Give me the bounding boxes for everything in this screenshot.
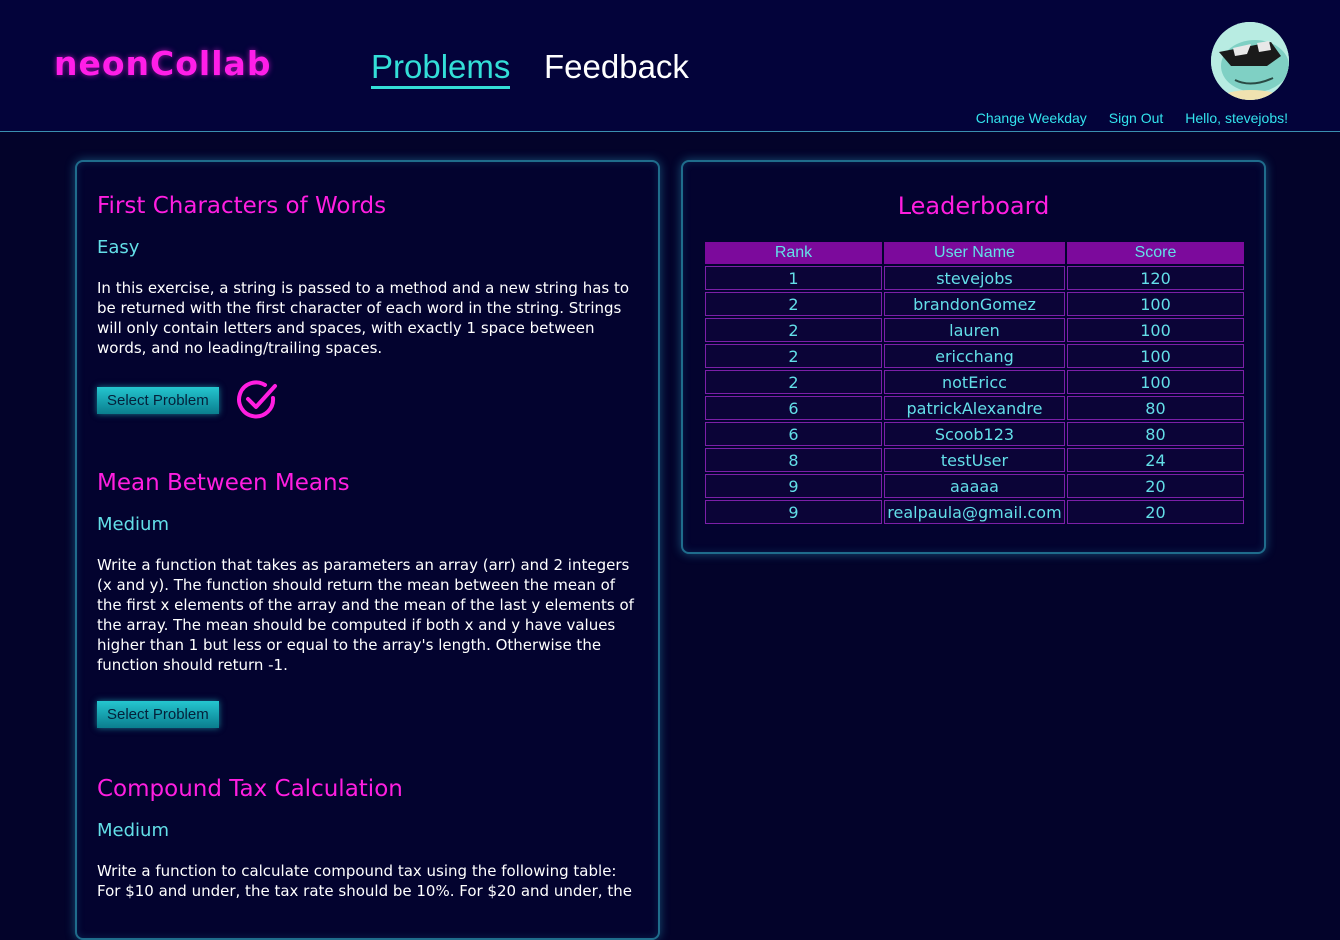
- problem-actions: Select Problem: [97, 378, 637, 422]
- user-cell: lauren: [884, 318, 1065, 342]
- leaderboard-table: Rank User Name Score 1 stevejobs 120 2 bran…: [703, 240, 1246, 526]
- problem-title: Compound Tax Calculation: [97, 776, 403, 802]
- rank-cell: 2: [705, 370, 882, 394]
- user-cell: patrickAlexandre: [884, 396, 1065, 420]
- rank-cell: 6: [705, 422, 882, 446]
- table-row: 9 aaaaa 20: [705, 474, 1244, 498]
- problem-difficulty: Medium: [97, 820, 169, 841]
- problem-description: Write a function to calculate compound t…: [97, 862, 632, 900]
- select-problem-button[interactable]: Select Problem: [97, 701, 219, 728]
- score-cell: 100: [1066, 318, 1244, 342]
- problem-title: First Characters of Words: [97, 193, 387, 219]
- problem-actions: Select Problem: [97, 701, 637, 728]
- score-cell: 20: [1066, 500, 1244, 524]
- user-cell: notEricc: [884, 370, 1065, 394]
- user-greeting[interactable]: Hello, stevejobs!: [1185, 110, 1288, 126]
- table-row: 2 lauren 100: [705, 318, 1244, 342]
- rank-cell: 9: [705, 500, 882, 524]
- problem-card: First Characters of Words Easy In this e…: [97, 193, 637, 422]
- user-cell: stevejobs: [884, 266, 1065, 290]
- rank-cell: 9: [705, 474, 882, 498]
- rank-cell: 8: [705, 448, 882, 472]
- avatar[interactable]: [1211, 22, 1289, 100]
- table-row: 6 patrickAlexandre 80: [705, 396, 1244, 420]
- score-cell: 100: [1066, 344, 1244, 368]
- user-cell: brandonGomez: [884, 292, 1065, 316]
- score-cell: 100: [1066, 292, 1244, 316]
- score-cell: 100: [1066, 370, 1244, 394]
- rank-cell: 1: [705, 266, 882, 290]
- header-links: Change Weekday Sign Out Hello, stevejobs…: [976, 110, 1288, 126]
- column-header-rank: Rank: [705, 242, 882, 264]
- problem-difficulty: Easy: [97, 237, 140, 258]
- column-header-score: Score: [1066, 242, 1244, 264]
- cartoon-avatar-icon: [1211, 22, 1289, 100]
- rank-cell: 2: [705, 318, 882, 342]
- table-header-row: Rank User Name Score: [705, 242, 1244, 264]
- tab-feedback[interactable]: Feedback: [544, 48, 689, 86]
- problem-card: Compound Tax Calculation Medium Write a …: [97, 776, 637, 901]
- table-row: 8 testUser 24: [705, 448, 1244, 472]
- problem-description: In this exercise, a string is passed to …: [97, 279, 630, 357]
- problem-card: Mean Between Means Medium Write a functi…: [97, 470, 637, 728]
- table-row: 2 brandonGomez 100: [705, 292, 1244, 316]
- tab-problems[interactable]: Problems: [371, 48, 511, 89]
- user-cell: ericchang: [884, 344, 1065, 368]
- change-weekday-link[interactable]: Change Weekday: [976, 110, 1087, 126]
- rank-cell: 2: [705, 292, 882, 316]
- table-row: 2 ericchang 100: [705, 344, 1244, 368]
- score-cell: 80: [1066, 422, 1244, 446]
- score-cell: 24: [1066, 448, 1244, 472]
- problem-title: Mean Between Means: [97, 470, 350, 496]
- table-row: 6 Scoob123 80: [705, 422, 1244, 446]
- user-cell: testUser: [884, 448, 1065, 472]
- table-row: 2 notEricc 100: [705, 370, 1244, 394]
- table-row: 1 stevejobs 120: [705, 266, 1244, 290]
- check-circle-icon: [236, 380, 277, 419]
- problem-difficulty: Medium: [97, 514, 169, 535]
- problem-description: Write a function that takes as parameter…: [97, 556, 634, 674]
- score-cell: 120: [1066, 266, 1244, 290]
- column-header-user: User Name: [884, 242, 1065, 264]
- user-cell: realpaula@gmail.com: [884, 500, 1065, 524]
- select-problem-button[interactable]: Select Problem: [97, 386, 219, 414]
- leaderboard-panel: Leaderboard Rank User Name Score 1 stevej…: [681, 160, 1266, 554]
- score-cell: 80: [1066, 396, 1244, 420]
- rank-cell: 2: [705, 344, 882, 368]
- user-cell: aaaaa: [884, 474, 1065, 498]
- problems-panel: First Characters of Words Easy In this e…: [75, 160, 660, 940]
- score-cell: 20: [1066, 474, 1244, 498]
- table-row: 9 realpaula@gmail.com 20: [705, 500, 1244, 524]
- top-header: neonCollab Problems Feedback Change Week…: [0, 0, 1340, 132]
- sign-out-link[interactable]: Sign Out: [1109, 110, 1163, 126]
- user-cell: Scoob123: [884, 422, 1065, 446]
- leaderboard-title: Leaderboard: [897, 192, 1050, 220]
- app-logo[interactable]: neonCollab: [54, 44, 271, 83]
- rank-cell: 6: [705, 396, 882, 420]
